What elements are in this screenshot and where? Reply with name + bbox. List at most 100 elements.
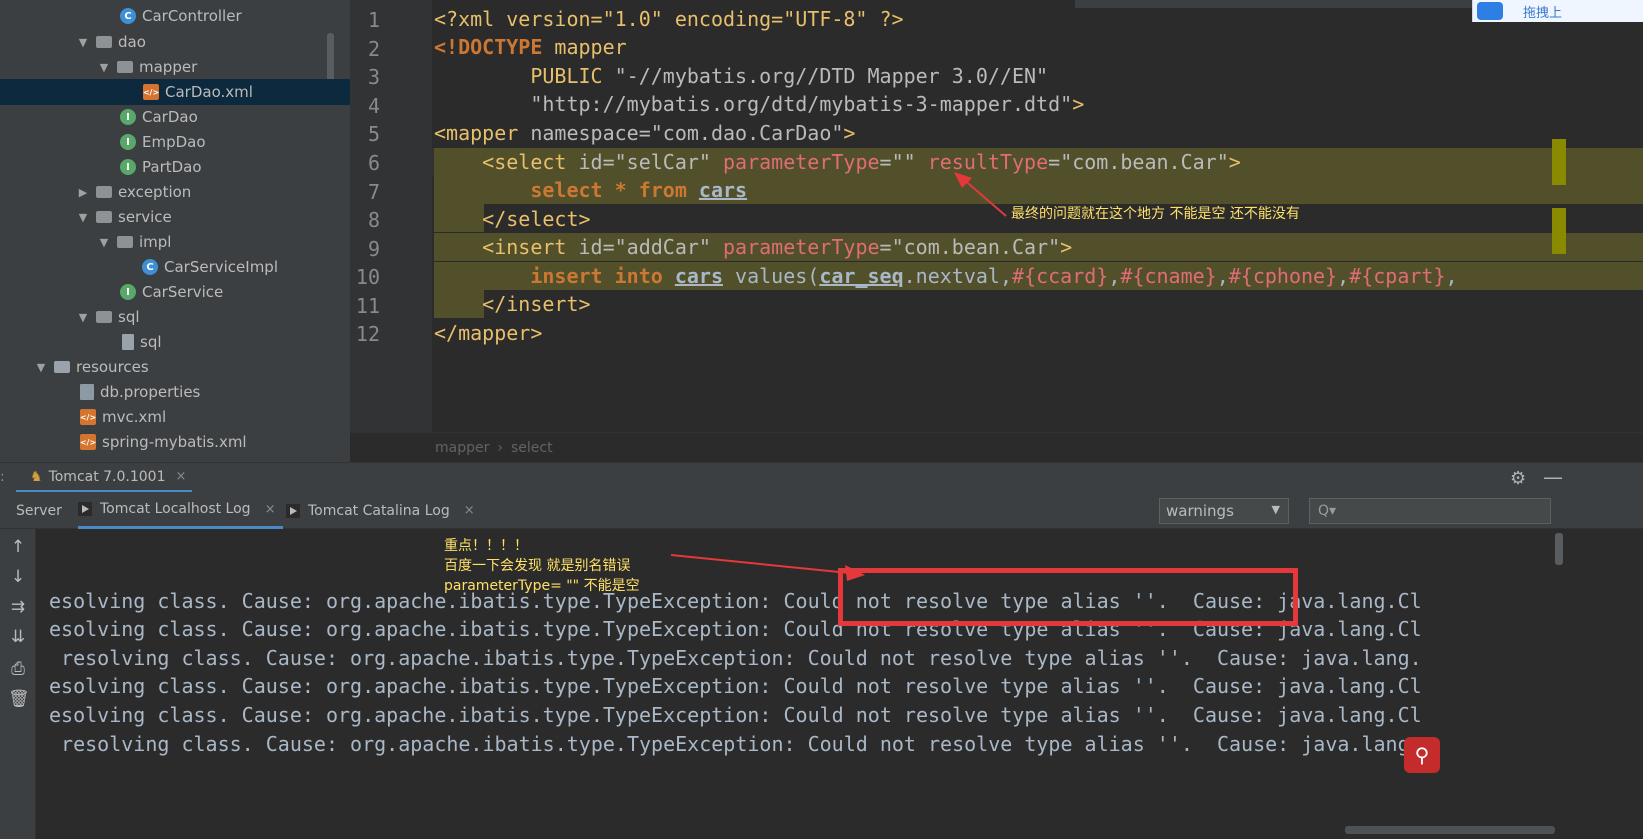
log-line: esolving class. Cause: org.apache.ibatis… (49, 703, 1422, 727)
annotation-note: 重点！！！！ 百度一下会发现 就是别名错误 parameterType= "" … (444, 538, 640, 594)
tree-item-carcontroller[interactable]: C CarController (0, 3, 350, 29)
line-number: 4 (367, 94, 380, 118)
line-number: 5 (367, 122, 380, 146)
line-number: 12 (355, 322, 380, 346)
soft-wrap-icon[interactable]: ⇉ (8, 597, 28, 617)
expand-arrow-icon[interactable]: ▼ (97, 61, 111, 74)
tab-tomcat-run[interactable]: ♞ Tomcat 7.0.1001 × (16, 463, 193, 493)
minimize-icon[interactable]: — (1543, 465, 1563, 489)
tab-server[interactable]: Server (16, 492, 62, 529)
properties-file-icon (80, 384, 94, 400)
scroll-to-end-icon[interactable]: ⇊ (8, 627, 28, 647)
expand-arrow-icon[interactable]: ▼ (97, 236, 111, 249)
code-line-9[interactable]: <insert id="addCar" parameterType="com.b… (434, 233, 1072, 262)
code-line-5[interactable]: <mapper namespace="com.dao.CarDao"> (434, 119, 855, 148)
gear-icon[interactable]: ⚙ (1510, 468, 1526, 489)
log-scrollbar-horizontal[interactable] (1345, 826, 1555, 834)
line-number: 7 (367, 180, 380, 204)
tree-item-mapper[interactable]: ▼ mapper (0, 54, 350, 80)
file-icon (122, 334, 134, 350)
log-line: resolving class. Cause: org.apache.ibati… (49, 646, 1422, 670)
highlight-box (838, 568, 1298, 626)
class-icon: C (142, 259, 158, 275)
tree-item-sql-file[interactable]: sql (0, 329, 350, 355)
collapse-arrow-icon[interactable]: ▶ (76, 186, 90, 199)
log-tabs-bar: Server Tomcat Localhost Log × Tomcat Cat… (0, 492, 1643, 529)
chevron-down-icon: ▼ (1271, 503, 1280, 516)
code-line-3[interactable]: PUBLIC "-//mybatis.org//DTD Mapper 3.0//… (434, 62, 1048, 91)
expand-arrow-icon[interactable]: ▼ (76, 36, 90, 49)
interface-icon: I (120, 284, 136, 300)
code-line-11[interactable]: </insert> (434, 290, 590, 319)
folder-icon (117, 61, 133, 73)
log-level-select[interactable]: warnings ▼ (1159, 498, 1289, 524)
breadcrumb: mapper › select (350, 432, 1643, 462)
log-scrollbar-vertical[interactable] (1555, 533, 1563, 565)
code-line-10[interactable]: insert into cars values(car_seq.nextval,… (434, 262, 1457, 291)
expand-arrow-icon[interactable]: ▼ (76, 211, 90, 224)
log-search-input[interactable]: Q▾ (1309, 498, 1551, 524)
code-line-1[interactable]: <?xml version="1.0" encoding="UTF-8" ?> (434, 5, 904, 34)
tree-item-service[interactable]: ▼ service (0, 204, 350, 230)
tree-item-impl[interactable]: ▼ impl (0, 229, 350, 255)
log-line: resolving class. Cause: org.apache.ibati… (49, 732, 1422, 756)
breadcrumb-item[interactable]: mapper (435, 440, 489, 456)
tomcat-icon: ♞ (30, 468, 43, 485)
expand-arrow-icon[interactable]: ▼ (76, 311, 90, 324)
expand-arrow-icon[interactable]: ▼ (34, 361, 48, 374)
trash-icon[interactable]: 🗑 (8, 689, 30, 709)
folder-icon (117, 236, 133, 248)
breadcrumb-item[interactable]: select (511, 440, 553, 456)
tree-item-cardao-xml[interactable]: </> CarDao.xml (0, 79, 350, 105)
tree-item-partdao[interactable]: I PartDao (0, 154, 350, 180)
error-stripe-mark[interactable] (1552, 139, 1566, 185)
scroll-up-icon[interactable]: ↑ (8, 537, 28, 557)
scroll-down-icon[interactable]: ↓ (8, 567, 28, 587)
close-icon[interactable]: × (265, 502, 276, 517)
resources-folder-icon (54, 361, 70, 373)
close-icon[interactable]: × (464, 503, 475, 518)
code-line-4[interactable]: "http://mybatis.org/dtd/mybatis-3-mapper… (434, 90, 1084, 119)
code-editor[interactable]: 1 2 3 4 5 6 7 8 9 10 11 12 <?xml version… (350, 0, 1643, 462)
upload-badge[interactable]: 拖拽上 (1472, 0, 1643, 22)
line-number: 3 (367, 65, 380, 89)
tree-item-exception[interactable]: ▶ exception (0, 179, 350, 205)
line-number: 11 (355, 294, 380, 318)
tree-item-resources[interactable]: ▼ resources (0, 354, 350, 380)
interface-icon: I (120, 159, 136, 175)
tree-item-db-properties[interactable]: db.properties (0, 379, 350, 405)
tree-item-cardao[interactable]: I CarDao (0, 104, 350, 130)
log-side-toolbar: ↑ ↓ ⇉ ⇊ ⎙ 🗑 (0, 529, 36, 839)
code-line-8[interactable]: </select> (434, 205, 590, 234)
tab-tomcat-localhost-log[interactable]: Tomcat Localhost Log × (78, 492, 284, 529)
print-icon[interactable]: ⎙ (8, 659, 28, 679)
folder-icon (96, 211, 112, 223)
more-icon[interactable]: : (0, 469, 5, 485)
xml-file-icon: </> (80, 434, 96, 450)
tab-tomcat-catalina-log[interactable]: Tomcat Catalina Log × (286, 492, 475, 529)
tree-item-spring-mybatis-xml[interactable]: </> spring-mybatis.xml (0, 429, 350, 455)
tree-item-mvc-xml[interactable]: </> mvc.xml (0, 404, 350, 430)
search-icon: Q▾ (1318, 503, 1337, 519)
xml-file-icon: </> (80, 409, 96, 425)
search-icon[interactable]: ⚲ (1404, 737, 1440, 773)
code-line-2[interactable]: <!DOCTYPE mapper (434, 33, 627, 62)
log-line: esolving class. Cause: org.apache.ibatis… (49, 674, 1422, 698)
line-number: 8 (367, 208, 380, 232)
tree-item-carserviceimpl[interactable]: C CarServiceImpl (0, 254, 350, 280)
tree-item-carservice[interactable]: I CarService (0, 279, 350, 305)
tree-item-sql-folder[interactable]: ▼ sql (0, 304, 350, 330)
tree-item-empdao[interactable]: I EmpDao (0, 129, 350, 155)
code-line-7[interactable]: select * from cars (434, 176, 747, 205)
line-number: 10 (355, 265, 380, 289)
tree-item-dao[interactable]: ▼ dao (0, 29, 350, 55)
xml-file-icon: </> (143, 84, 159, 100)
interface-icon: I (120, 109, 136, 125)
error-stripe-mark[interactable] (1552, 208, 1566, 254)
folder-icon (96, 36, 112, 48)
interface-icon: I (120, 134, 136, 150)
code-line-12[interactable]: </mapper> (434, 319, 542, 348)
code-line-6[interactable]: <select id="selCar" parameterType="" res… (434, 148, 1241, 177)
close-icon[interactable]: × (176, 469, 187, 484)
annotation-arrow (954, 172, 1007, 217)
